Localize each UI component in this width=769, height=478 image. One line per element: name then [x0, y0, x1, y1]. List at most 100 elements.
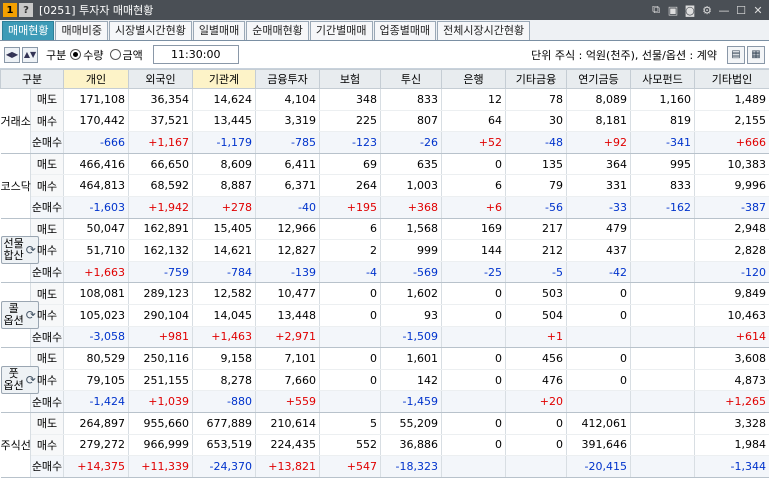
table-row: 매수170,44237,52113,4453,31922580764308,18… [1, 110, 769, 132]
value-cell: -341 [631, 132, 695, 154]
excel-export-icon[interactable]: ▦ [747, 46, 765, 64]
time-input[interactable]: 11:30:00 [153, 45, 239, 64]
group-label[interactable]: 선물 합산⟳ [1, 218, 31, 283]
column-header[interactable]: 투신 [381, 70, 442, 89]
value-cell: 12 [442, 89, 506, 111]
column-header[interactable]: 기타법인 [695, 70, 769, 89]
value-cell [631, 456, 695, 478]
value-cell: -40 [256, 196, 320, 218]
column-header[interactable]: 금융투자 [256, 70, 320, 89]
tab-1[interactable]: 매매비중 [55, 21, 107, 40]
value-cell: 819 [631, 110, 695, 132]
group-name: 코스닥 [1, 180, 31, 193]
value-cell: +20 [506, 391, 567, 413]
table-row: 매수279,272966,999653,519224,43555236,8860… [1, 434, 769, 456]
column-header[interactable]: 개인 [64, 70, 129, 89]
value-cell [631, 369, 695, 391]
value-cell: 0 [567, 348, 631, 370]
refresh-icon[interactable]: ⟳ [26, 309, 36, 321]
refresh-icon[interactable]: ⟳ [26, 374, 36, 386]
row-label: 매도 [31, 89, 64, 111]
gear-icon[interactable]: ⚙ [700, 3, 714, 17]
value-cell: 0 [567, 304, 631, 326]
column-header[interactable]: 외국인 [129, 70, 193, 89]
updown-arrow-icon[interactable]: ▲▼ [22, 47, 38, 63]
value-cell: +1,039 [129, 391, 193, 413]
value-cell: 264 [320, 175, 381, 197]
tab-0[interactable]: 매매현황 [2, 21, 54, 40]
grid-settings-icon[interactable]: ▤ [727, 46, 745, 64]
maximize-icon[interactable]: ☐ [734, 3, 748, 17]
column-header[interactable]: 은행 [442, 70, 506, 89]
value-cell: 833 [631, 175, 695, 197]
value-cell [506, 456, 567, 478]
value-cell: 466,416 [64, 153, 129, 175]
tab-6[interactable]: 업종별매매 [374, 21, 437, 40]
table-row: 매수51,710162,13214,62112,8272999144212437… [1, 240, 769, 262]
value-cell: 456 [506, 348, 567, 370]
tab-7[interactable]: 전체시장시간현황 [437, 21, 530, 40]
radio-amount-circle[interactable] [110, 49, 121, 60]
screen-number-badge[interactable]: 1 [3, 3, 17, 17]
value-cell: -25 [442, 261, 506, 283]
value-cell [320, 391, 381, 413]
column-header[interactable]: 보험 [320, 70, 381, 89]
value-cell: 0 [567, 369, 631, 391]
table-row: 매수105,023290,10414,04513,4480930504010,4… [1, 304, 769, 326]
row-label: 순매수 [31, 326, 64, 348]
minimize-icon[interactable]: — [717, 3, 731, 17]
value-cell: 0 [320, 369, 381, 391]
refresh-icon[interactable]: ⟳ [26, 244, 36, 256]
value-cell: -139 [256, 261, 320, 283]
column-header[interactable]: 구분 [1, 70, 64, 89]
value-cell: -1,344 [695, 456, 769, 478]
value-cell: 79,105 [64, 369, 129, 391]
column-header[interactable]: 기관계 [193, 70, 256, 89]
value-cell: +614 [695, 326, 769, 348]
value-cell [631, 283, 695, 305]
column-header[interactable]: 연기금등 [567, 70, 631, 89]
prev-arrow-icon[interactable]: ◀▶ [4, 47, 20, 63]
value-cell [442, 326, 506, 348]
group-name: 주식선 [1, 439, 31, 452]
column-header[interactable]: 사모펀드 [631, 70, 695, 89]
value-cell: +1,167 [129, 132, 193, 154]
column-header[interactable]: 기타금융 [506, 70, 567, 89]
tab-4[interactable]: 순매매현황 [246, 21, 309, 40]
group-label[interactable]: 콜 옵션⟳ [1, 283, 31, 348]
value-cell: 0 [442, 348, 506, 370]
radio-quantity[interactable]: 수량 [70, 47, 103, 63]
group-toggle-button[interactable]: 풋 옵션⟳ [1, 366, 39, 394]
layout-icon[interactable]: ▣ [666, 3, 680, 17]
investor-table: 구분개인외국인기관계금융투자보험투신은행기타금융연기금등사모펀드기타법인 거래소… [0, 69, 769, 478]
radio-amount[interactable]: 금액 [110, 47, 143, 63]
value-cell: 1,160 [631, 89, 695, 111]
value-cell: 0 [442, 283, 506, 305]
link-icon[interactable]: ⧉ [649, 3, 663, 17]
value-cell: 13,448 [256, 304, 320, 326]
group-toggle-button[interactable]: 선물 합산⟳ [1, 236, 39, 264]
tab-5[interactable]: 기간별매매 [310, 21, 373, 40]
value-cell: 78 [506, 89, 567, 111]
group-label: 거래소 [1, 89, 31, 154]
radio-quantity-circle[interactable] [70, 49, 81, 60]
tab-2[interactable]: 시장별시간현황 [109, 21, 192, 40]
value-cell: 169 [442, 218, 506, 240]
group-label[interactable]: 풋 옵션⟳ [1, 348, 31, 413]
screenshot-icon[interactable]: ◙ [683, 3, 697, 17]
value-cell: 6,371 [256, 175, 320, 197]
tab-3[interactable]: 일별매매 [193, 21, 245, 40]
value-cell: 15,405 [193, 218, 256, 240]
value-cell: -4 [320, 261, 381, 283]
value-cell: -24,370 [193, 456, 256, 478]
value-cell: +981 [129, 326, 193, 348]
value-cell: 6 [442, 175, 506, 197]
value-cell: -1,509 [381, 326, 442, 348]
value-cell [631, 391, 695, 413]
value-cell: -785 [256, 132, 320, 154]
value-cell: 3,328 [695, 412, 769, 434]
close-icon[interactable]: ✕ [751, 3, 765, 17]
group-toggle-button[interactable]: 콜 옵션⟳ [1, 301, 39, 329]
help-icon[interactable]: ? [19, 3, 33, 17]
value-cell: 171,108 [64, 89, 129, 111]
